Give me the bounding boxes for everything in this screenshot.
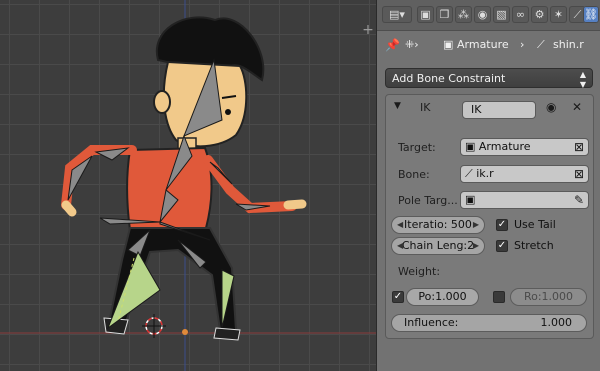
increment-icon[interactable]: ▶ [473,217,479,233]
constraints-icon[interactable]: ∞ [512,6,529,23]
bone-field[interactable]: ⟋ ik.r ⊠ [460,165,589,183]
world-icon[interactable]: ◉ [474,6,491,23]
bone-label: Bone: [398,168,430,181]
armature-icon: ▣ [465,140,479,153]
armature-icon: ▣ [465,193,476,206]
character-shirt [126,146,213,232]
link-icon: ⁜› [405,38,419,51]
weight-rotation-value: Ro:1.000 [523,290,574,303]
pole-target-field[interactable]: ▣ ✎ [460,191,589,209]
editor-type-icon[interactable]: ▤▾ [382,6,412,23]
collapse-triangle-icon[interactable]: ▼ [394,101,401,111]
pole-target-label: Pole Targ... [398,194,458,207]
increment-icon[interactable]: ▶ [473,238,479,254]
render-icon[interactable]: ▣ [417,6,434,23]
stretch-label: Stretch [514,239,554,252]
close-icon[interactable]: ✕ [572,100,582,114]
data-icon[interactable]: ✶ [550,6,567,23]
target-field[interactable]: ▣ Armature ⊠ [460,138,589,156]
iterations-value: Iteratio: 500 [404,218,472,231]
weight-rotation-checkbox[interactable] [493,291,505,303]
pin-icon[interactable]: 📌 [385,38,400,52]
region-expand-icon[interactable]: + [360,22,376,38]
use-tail-checkbox[interactable]: ✓ [496,219,508,231]
properties-tabs: ▤▾ ▣ ❐ ⁂ ◉ ▧ ∞ ⚙ ✶ ⟋ ⛓ [377,0,600,31]
armature-icon: ▣ [443,38,454,51]
influence-slider[interactable]: Influence: 1.000 [391,314,587,332]
modifiers-icon[interactable]: ⚙ [531,6,548,23]
stretch-checkbox[interactable]: ✓ [496,240,508,252]
add-bone-constraint-button[interactable]: Add Bone Constraint ▲ ▼ [385,68,593,89]
3d-cursor [142,314,166,338]
constraint-name-value: IK [471,103,482,116]
target-label: Target: [398,141,436,154]
object-origin [182,329,188,335]
3d-viewport[interactable]: + [0,0,376,371]
influence-label: Influence: [404,316,459,329]
viewport-canvas [0,0,376,371]
character[interactable] [61,16,307,341]
add-bone-constraint-label: Add Bone Constraint [392,72,506,85]
chain-length-value: Chain Leng:2 [401,239,475,252]
weight-position-checkbox[interactable]: ✓ [392,291,404,303]
clear-target-icon[interactable]: ⊠ [574,139,584,155]
target-value: Armature [478,140,531,153]
breadcrumb: 📌 ⁜› ▣ Armature › ⟋ shin.r [377,32,600,58]
chevron-right-icon: › [520,38,525,51]
character-ear [153,90,171,114]
bone-value: ik.r [476,167,494,180]
properties-panel: ▤▾ ▣ ❐ ⁂ ◉ ▧ ∞ ⚙ ✶ ⟋ ⛓ 📌 ⁜› ▣ Armature ›… [376,0,600,371]
bone-small-icon: ⟋ [537,38,545,51]
decrement-icon[interactable]: ◀ [397,217,403,233]
bone-constraints-icon[interactable]: ⛓ [583,6,599,23]
chain-length-field[interactable]: ◀ Chain Leng:2 ▶ [391,237,485,255]
weight-rotation-field[interactable]: Ro:1.000 [510,288,587,306]
breadcrumb-armature[interactable]: Armature [457,38,509,51]
decrement-icon[interactable]: ◀ [397,238,403,254]
constraint-type-label: IK [420,101,431,114]
weight-position-field[interactable]: Po:1.000 [406,288,479,306]
breadcrumb-bone[interactable]: shin.r [553,38,584,51]
bone-small-icon: ⟋ [465,167,477,180]
scene-icon[interactable]: ⁂ [455,6,472,23]
character-eye [225,109,231,115]
weight-position-value: Po:1.000 [418,290,467,303]
ik-constraint-panel: ▼ IK IK ◉ ✕ Target: ▣ Armature ⊠ Bone: ⟋… [385,94,594,339]
dropdown-arrows-icon: ▲ ▼ [579,70,586,89]
weight-label: Weight: [398,265,441,278]
iterations-field[interactable]: ◀ Iteratio: 500 ▶ [391,216,485,234]
use-tail-label: Use Tail [514,218,556,231]
render-layers-icon[interactable]: ❐ [436,6,453,23]
eyedropper-icon[interactable]: ✎ [574,192,584,208]
object-icon[interactable]: ▧ [493,6,510,23]
influence-value: 1.000 [540,316,573,329]
eye-icon[interactable]: ◉ [546,100,556,114]
constraint-name-field[interactable]: IK [462,101,536,119]
clear-bone-icon[interactable]: ⊠ [574,166,584,182]
